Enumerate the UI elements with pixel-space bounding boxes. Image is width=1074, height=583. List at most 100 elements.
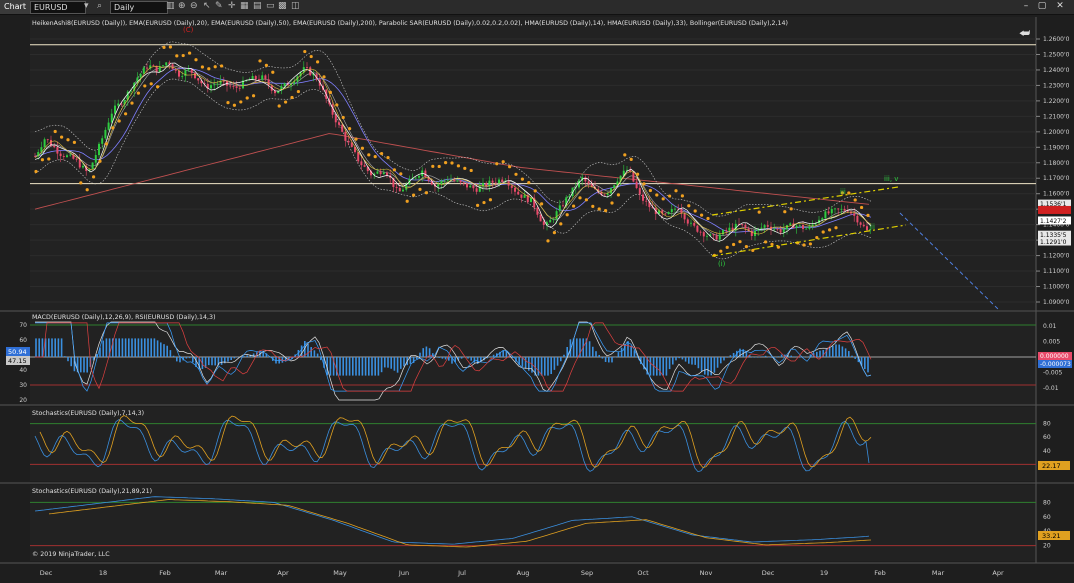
psar-dot (629, 157, 633, 161)
psar-dot (34, 169, 38, 174)
macd-value-top: 0.000000 (1040, 353, 1069, 360)
candle-body (418, 175, 420, 178)
macd-bar (348, 357, 351, 376)
text-icon[interactable]: ▤ (253, 1, 262, 12)
candle-body (187, 69, 190, 71)
psar-dot (680, 194, 685, 198)
chart-canvas[interactable]: HeikenAshi8(EURUSD (Daily)), EMA(EURUSD … (0, 15, 1074, 583)
dropdown-chevron-icon[interactable]: ▾ (84, 1, 89, 12)
candle-body (853, 213, 856, 216)
macd-bar (124, 338, 127, 357)
return-arrow-icon[interactable]: ⮨ (1019, 26, 1030, 40)
macd-bar (550, 357, 552, 375)
psar-dot (847, 191, 851, 195)
macd-bar (252, 353, 255, 357)
psar-dot (392, 168, 396, 172)
psar-dot (520, 177, 525, 181)
candle-body (840, 208, 843, 210)
psar-dot (565, 213, 569, 217)
candle-body (744, 224, 747, 229)
candle-body (520, 194, 523, 198)
psar-dot (527, 181, 531, 185)
chart-tab[interactable]: Chart (0, 0, 30, 14)
price-tick-label: 1.2400'0 (1043, 67, 1070, 74)
psar-dot (264, 63, 268, 67)
psar-dot (220, 64, 224, 68)
psar-dot (373, 155, 377, 159)
psar-dot (584, 198, 589, 202)
candle-body (539, 214, 542, 222)
macd-tick-label: -0.005 (1043, 370, 1063, 377)
candle-body (341, 124, 344, 132)
indicators-icon[interactable]: ▭ (266, 1, 275, 12)
psar-dot (412, 193, 416, 197)
candle-body (798, 224, 801, 226)
maximize-icon[interactable]: ▢ (1036, 1, 1048, 12)
macd-bar (764, 355, 767, 357)
psar-dot (309, 54, 313, 59)
crosshair-icon[interactable]: ✛ (228, 1, 236, 12)
psar-dot (226, 101, 230, 105)
candle-body (194, 72, 196, 79)
candle-body (142, 67, 145, 74)
psar-dot (296, 89, 300, 94)
rsi-tick-label: 60 (19, 337, 27, 344)
psar-dot (181, 53, 185, 58)
candle-body (338, 122, 340, 125)
timeframe-selector[interactable]: Daily (110, 1, 168, 14)
candle-body (536, 207, 539, 215)
rsi-tick-label: 70 (19, 322, 27, 329)
macd-bar (211, 357, 213, 366)
candle-body (443, 180, 446, 182)
candle-body (216, 83, 219, 85)
psar-dot (424, 191, 428, 195)
chart-trader-icon[interactable]: ◫ (291, 1, 300, 12)
macd-bar (665, 357, 668, 376)
psar-dot (616, 193, 621, 197)
psar-dot (783, 210, 787, 214)
macd-tick-label: 0.005 (1043, 339, 1060, 346)
zoom-in-icon[interactable]: ⊕ (178, 1, 186, 12)
time-axis-label: Dec (762, 569, 775, 577)
macd-bar (806, 356, 808, 358)
close-icon[interactable]: ✕ (1054, 1, 1066, 12)
search-icon[interactable]: ⌕ (97, 1, 102, 12)
price-tick-label: 1.2100'0 (1043, 113, 1070, 120)
candle-body (773, 228, 776, 230)
stoch2-panel-bg (30, 485, 1036, 561)
instrument-selector[interactable]: EURUSD (30, 1, 86, 14)
macd-bar (435, 356, 437, 358)
macd-bar (35, 338, 37, 357)
psar-dot (540, 202, 544, 206)
macd-bar (419, 352, 421, 357)
macd-bar (601, 357, 604, 359)
bar-chart-icon[interactable]: ▥ (166, 1, 175, 12)
macd-bar (841, 346, 844, 357)
candle-body (306, 67, 308, 68)
macd-bar (774, 357, 776, 358)
zoom-out-icon[interactable]: ⊖ (190, 1, 198, 12)
psar-dot (53, 129, 57, 134)
pencil-icon[interactable]: ✎ (215, 1, 223, 12)
candle-body (706, 235, 708, 237)
macd-bar (489, 356, 492, 357)
macd-bar (192, 357, 194, 363)
candle-body (347, 140, 350, 143)
layout-icon[interactable]: ▦ (240, 1, 249, 12)
candle-body (251, 76, 254, 80)
macd-bar (339, 357, 341, 376)
candle-body (789, 223, 792, 226)
psar-dot (136, 91, 140, 95)
stoch2-indicator-label: Stochastics(EURUSD (Daily),21,89,21) (32, 488, 152, 495)
macd-bar (745, 351, 748, 357)
psar-dot (668, 194, 672, 198)
minimize-icon[interactable]: – (1020, 1, 1032, 12)
pointer-icon[interactable]: ↖ (203, 1, 211, 12)
time-axis-label: Mar (932, 569, 945, 577)
time-axis-label: Apr (992, 569, 1004, 577)
psar-dot (367, 153, 371, 157)
macd-bar (163, 344, 165, 357)
time-axis-label: Oct (637, 569, 649, 577)
strategies-icon[interactable]: ▩ (278, 1, 287, 12)
candle-body (587, 181, 590, 184)
